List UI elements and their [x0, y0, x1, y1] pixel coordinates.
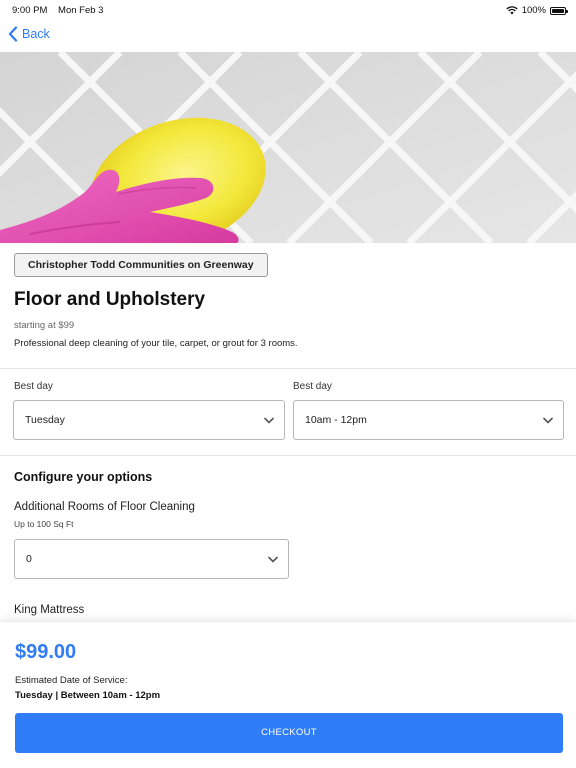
time-select[interactable]: 10am - 12pm [293, 400, 564, 440]
day-label: Best day [14, 381, 53, 392]
checkout-footer: $99.00 Estimated Date of Service: Tuesda… [0, 621, 576, 768]
chevron-down-icon [264, 417, 274, 424]
service-description: Professional deep cleaning of your tile,… [14, 338, 298, 349]
option-label: King Mattress [14, 604, 85, 616]
total-price: $99.00 [15, 641, 77, 663]
status-right: 100% [506, 5, 568, 16]
time-select-value: 10am - 12pm [305, 414, 367, 426]
nav-bar: Back [0, 20, 576, 52]
status-left: 9:00 PM Mon Feb 3 [12, 5, 103, 16]
back-label: Back [22, 27, 50, 41]
divider [0, 455, 576, 456]
wifi-icon [506, 6, 518, 15]
estimated-date-label: Estimated Date of Service: [15, 675, 128, 686]
battery-icon [550, 6, 568, 15]
status-bar: 9:00 PM Mon Feb 3 100% [0, 0, 576, 20]
chevron-left-icon [8, 26, 18, 42]
battery-fill [552, 8, 564, 13]
option-sublabel: Up to 100 Sq Ft [14, 519, 74, 529]
day-select-value: Tuesday [25, 414, 65, 426]
status-time: 9:00 PM [12, 5, 48, 16]
community-tag[interactable]: Christopher Todd Communities on Greenway [14, 253, 268, 277]
service-title: Floor and Upholstery [14, 289, 206, 310]
battery-percent: 100% [521, 5, 546, 16]
checkout-button[interactable]: CHECKOUT [15, 713, 563, 753]
back-button[interactable]: Back [8, 26, 50, 42]
divider [0, 368, 576, 369]
starting-price: starting at $99 [14, 320, 75, 331]
day-select[interactable]: Tuesday [13, 400, 285, 440]
additional-rooms-select[interactable]: 0 [14, 539, 289, 579]
additional-rooms-value: 0 [26, 553, 32, 565]
estimated-date-value: Tuesday | Between 10am - 12pm [15, 690, 161, 701]
option-label: Additional Rooms of Floor Cleaning [14, 501, 195, 513]
time-label: Best day [293, 381, 332, 392]
cleaning-photo [0, 52, 576, 243]
chevron-down-icon [543, 417, 553, 424]
chevron-down-icon [268, 556, 278, 563]
options-title: Configure your options [14, 470, 153, 484]
status-date: Mon Feb 3 [58, 5, 104, 16]
hero-image [0, 52, 576, 243]
